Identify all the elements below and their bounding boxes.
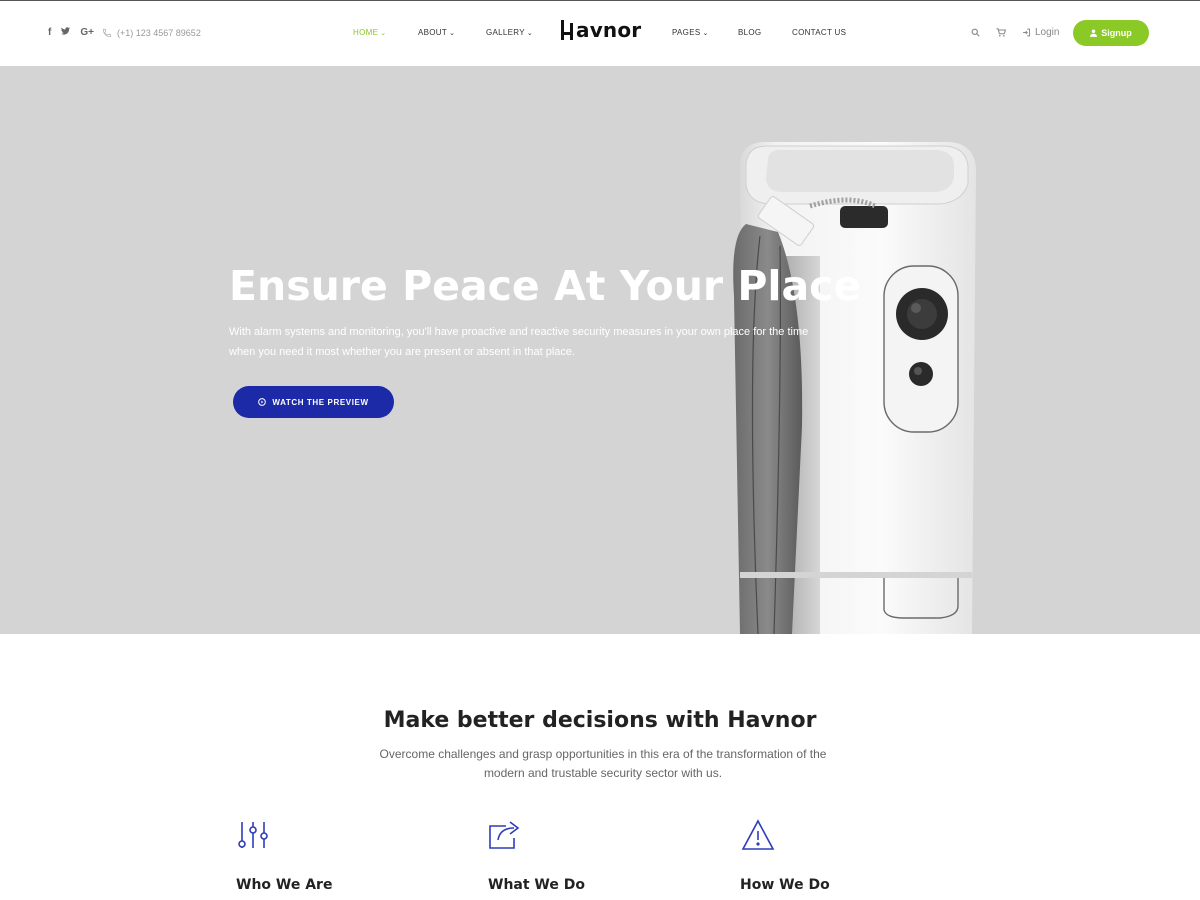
phone-icon: [102, 28, 112, 38]
nav-label: GALLERY: [486, 28, 525, 37]
feature-who-we-are: Who We Are: [236, 818, 456, 893]
logo-text: avnor: [576, 18, 642, 42]
nav-item-gallery[interactable]: GALLERY ⌄: [486, 26, 533, 41]
logo-mark-icon: [561, 20, 575, 40]
user-icon: [1090, 29, 1098, 37]
phone-contact[interactable]: (+1) 123 4567 89652: [102, 26, 201, 40]
hero-subtitle: With alarm systems and monitoring, you'l…: [229, 326, 809, 358]
watch-preview-button[interactable]: WATCH THE PREVIEW: [233, 386, 394, 418]
feature-title: Who We Are: [236, 877, 333, 893]
watch-preview-label: WATCH THE PREVIEW: [272, 397, 369, 407]
signup-button[interactable]: Signup: [1073, 20, 1149, 46]
nav-label: PAGES: [672, 28, 701, 37]
sign-in-icon: [1023, 28, 1030, 36]
feature-how-we-do: How We Do: [740, 818, 960, 893]
feature-what-we-do: What We Do: [488, 818, 708, 893]
header-tools: Login: [968, 25, 1059, 39]
site-header: f G+ (+1) 123 4567 89652 HOME ⌄ ABOUT ⌄ GA…: [0, 1, 1200, 65]
cart-icon[interactable]: [994, 25, 1008, 39]
chevron-down-icon: ⌄: [380, 30, 387, 37]
nav-item-home[interactable]: HOME ⌄: [353, 26, 386, 41]
chevron-down-icon: ⌄: [449, 30, 456, 37]
share-icon: [489, 821, 520, 849]
signup-label: Signup: [1101, 28, 1132, 38]
site-logo[interactable]: avnor: [561, 18, 641, 42]
security-camera-image: [733, 142, 976, 634]
nav-label: BLOG: [738, 28, 762, 37]
nav-item-blog[interactable]: BLOG: [738, 26, 761, 40]
warning-icon: [741, 819, 775, 850]
twitter-icon[interactable]: [61, 26, 71, 40]
section-description: Overcome challenges and grasp opportunit…: [379, 747, 827, 780]
login-link[interactable]: Login: [1022, 27, 1059, 38]
login-label: Login: [1035, 26, 1060, 38]
facebook-icon[interactable]: f: [48, 26, 51, 40]
section-title: Make better decisions with Havnor: [383, 708, 817, 733]
nav-label: HOME: [353, 28, 379, 37]
chevron-down-icon: ⌄: [702, 30, 709, 37]
nav-item-about[interactable]: ABOUT ⌄: [418, 26, 455, 41]
nav-item-contact[interactable]: CONTACT US: [792, 26, 846, 40]
chevron-down-icon: ⌄: [526, 30, 534, 37]
play-circle-icon: [258, 398, 267, 406]
social-links: f G+: [48, 26, 94, 40]
nav-label: ABOUT: [418, 28, 448, 37]
feature-title: How We Do: [740, 877, 830, 893]
sliders-icon: [238, 822, 268, 848]
phone-number: (+1) 123 4567 89652: [117, 28, 201, 38]
search-icon[interactable]: [968, 25, 982, 39]
hero-banner: Ensure Peace At Your Place With alarm sy…: [0, 66, 1200, 634]
hero-title: Ensure Peace At Your Place: [229, 262, 862, 310]
feature-title: What We Do: [488, 877, 585, 893]
nav-label: CONTACT US: [792, 28, 847, 37]
nav-item-pages[interactable]: PAGES ⌄: [672, 26, 709, 41]
google-plus-icon[interactable]: G+: [80, 26, 94, 40]
